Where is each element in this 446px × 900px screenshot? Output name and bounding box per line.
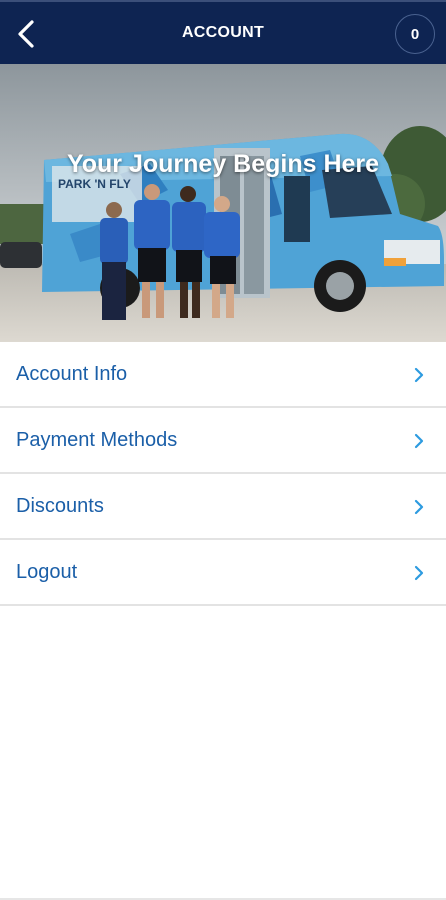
menu-item-label: Discounts [16, 494, 104, 517]
cart-count-badge[interactable]: 0 [395, 14, 435, 54]
chevron-right-icon [414, 499, 424, 515]
page-title: ACCOUNT [181, 24, 265, 41]
top-app-bar: ACCOUNT 0 [0, 0, 446, 64]
menu-item-payment-methods[interactable]: Payment Methods [0, 408, 446, 474]
chevron-right-icon [414, 367, 424, 383]
hero-banner: PARK 'N FLY Your Journey Begins Here [0, 64, 446, 342]
menu-item-label: Logout [16, 560, 78, 583]
menu-item-discounts[interactable]: Discounts [0, 474, 446, 540]
chevron-right-icon [414, 433, 424, 449]
menu-item-logout[interactable]: Logout [0, 540, 446, 606]
chevron-right-icon [414, 565, 424, 581]
menu-item-label: Payment Methods [16, 428, 178, 451]
account-menu: Account Info Payment Methods Discounts L… [0, 342, 446, 606]
menu-item-account-info[interactable]: Account Info [0, 342, 446, 408]
shuttle-bus-photo: PARK 'N FLY [0, 64, 446, 342]
bus-logo-text: PARK 'N FLY [58, 177, 131, 191]
menu-item-label: Account Info [16, 362, 128, 385]
hero-title: Your Journey Begins Here [66, 150, 380, 178]
